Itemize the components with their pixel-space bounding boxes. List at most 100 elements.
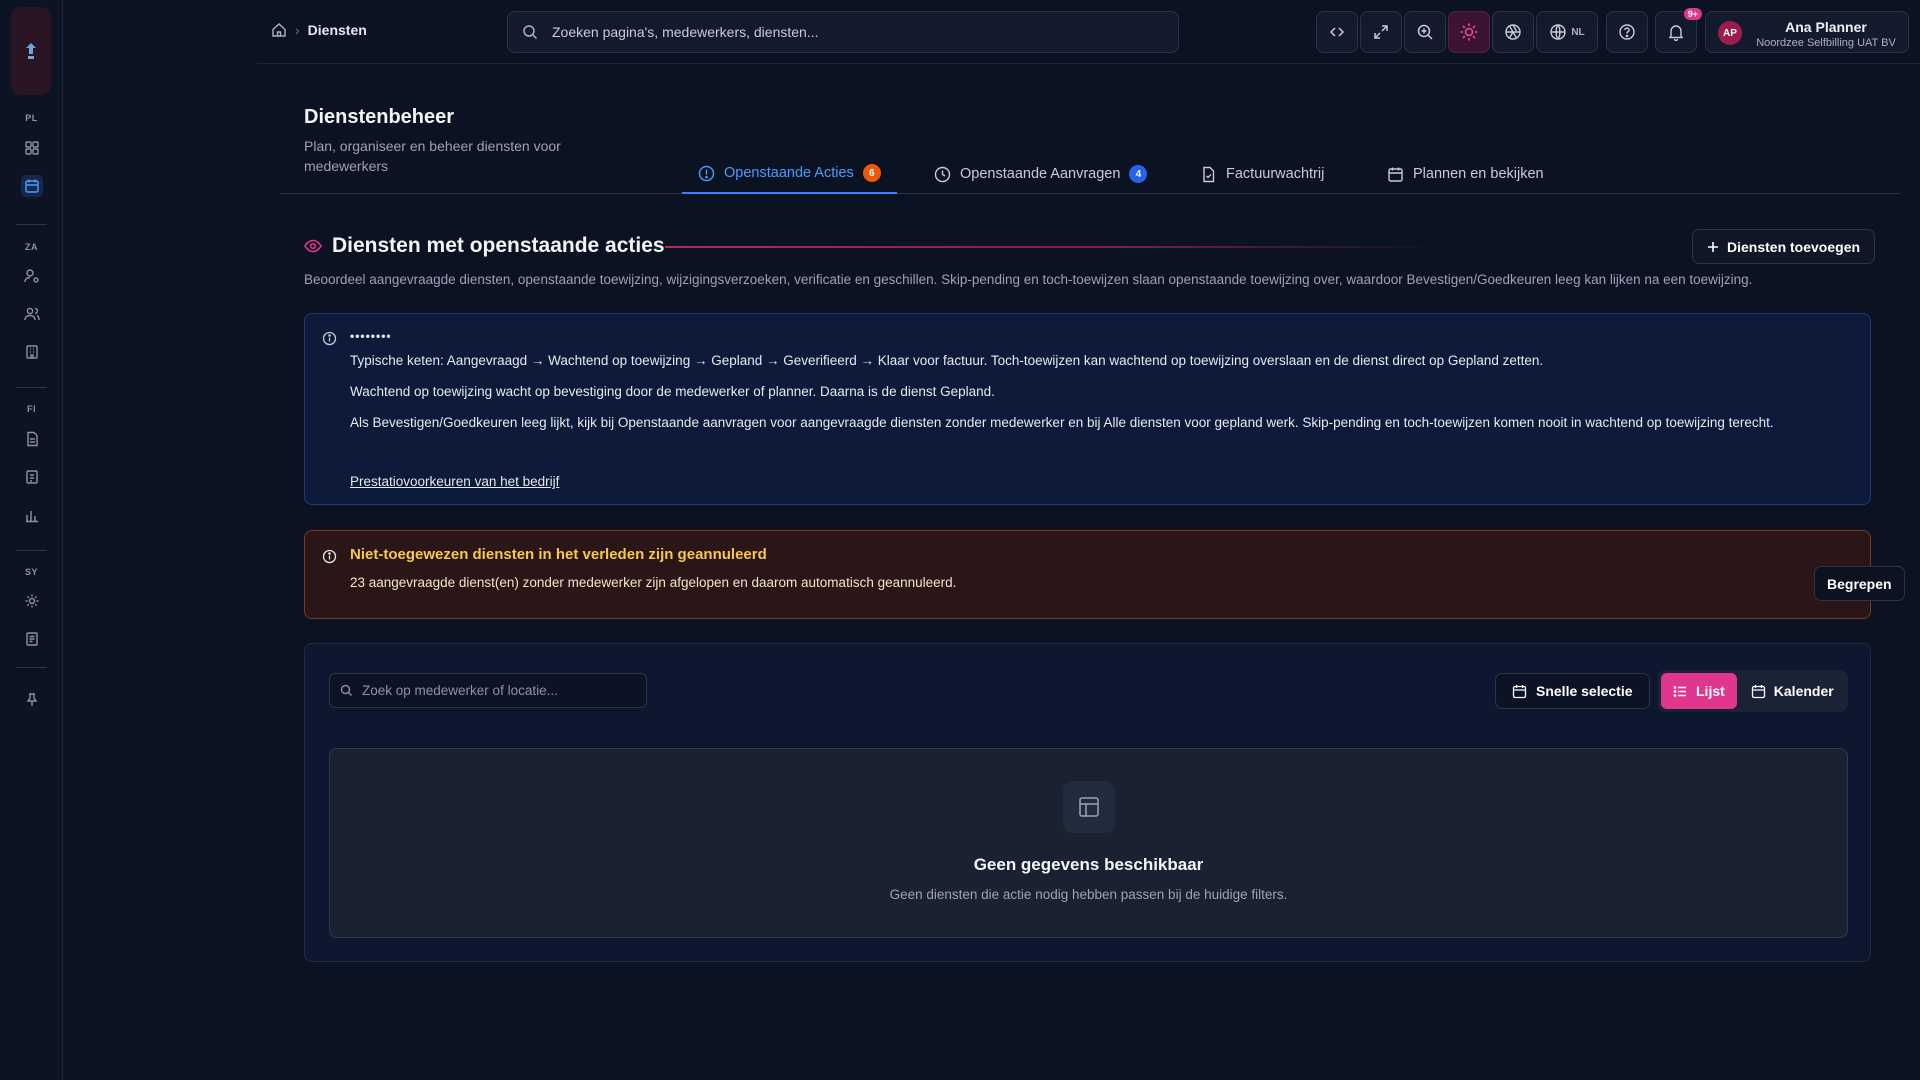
info-title: •••••••• xyxy=(350,329,392,343)
calendar-view-label: Kalender xyxy=(1773,683,1834,699)
tab-plannen-en-bekijken[interactable]: Plannen en bekijken xyxy=(1371,154,1560,194)
tab-openstaande-acties[interactable]: Openstaande Acties 6 xyxy=(682,154,897,194)
bell-icon xyxy=(1667,23,1685,41)
add-services-button[interactable]: Diensten toevoegen xyxy=(1692,229,1876,264)
info-paragraph: Typische keten: Aangevraagd → Wachtend o… xyxy=(350,353,1544,368)
global-search[interactable] xyxy=(507,11,1179,53)
list-search[interactable] xyxy=(329,673,647,708)
section-divider xyxy=(665,246,1445,248)
breadcrumb-current: Diensten xyxy=(307,22,367,38)
section-description: Beoordeel aangevraagde diensten, opensta… xyxy=(304,272,1753,287)
list-icon xyxy=(1673,684,1688,699)
tab-count-badge: 4 xyxy=(1129,165,1148,183)
page-title: Dienstenbeheer xyxy=(304,106,455,128)
info-icon xyxy=(322,549,337,564)
rail-divider xyxy=(16,224,47,225)
rail-divider xyxy=(16,667,47,668)
acknowledge-button[interactable]: Begrepen xyxy=(1814,566,1905,601)
tab-openstaande-aanvragen[interactable]: Openstaande Aanvragen 4 xyxy=(918,154,1163,194)
section-heading: Diensten met openstaande acties xyxy=(304,234,665,258)
globe-icon xyxy=(1549,23,1567,41)
notification-count-badge: 9+ xyxy=(1683,8,1702,20)
table-icon xyxy=(1063,781,1115,833)
section-title: Diensten met openstaande acties xyxy=(332,234,665,257)
warning-title: Niet-toegewezen diensten in het verleden… xyxy=(350,546,767,563)
rail-section-pl: PL xyxy=(25,113,38,123)
secondary-panel xyxy=(63,0,257,1080)
info-icon xyxy=(322,331,337,346)
list-view-label: Lijst xyxy=(1696,683,1725,699)
search-icon xyxy=(522,24,538,40)
code-collapse-icon xyxy=(1328,23,1346,41)
company-preferences-link[interactable]: Prestatiovoorkeuren van het bedrijf xyxy=(350,474,559,489)
eye-icon xyxy=(304,239,322,253)
user-organization: Noordzee Selfbilling UAT BV xyxy=(1756,37,1896,49)
calendar-view-button[interactable]: Kalender xyxy=(1739,673,1846,709)
tab-bar: Openstaande Acties 6 Openstaande Aanvrag… xyxy=(280,154,1900,194)
empty-state-subtitle: Geen diensten die actie nodig hebben pas… xyxy=(889,887,1288,902)
plus-icon xyxy=(1707,241,1719,253)
rail-section-fi: FI xyxy=(27,404,36,414)
view-toggle: Lijst Kalender xyxy=(1658,670,1848,712)
fullscreen-button[interactable] xyxy=(1360,11,1402,53)
breadcrumb: › Diensten xyxy=(271,22,367,38)
help-button[interactable] xyxy=(1606,11,1648,53)
users-icon[interactable] xyxy=(21,303,43,325)
list-view-button[interactable]: Lijst xyxy=(1661,673,1737,709)
search-icon xyxy=(340,684,353,697)
aperture-button[interactable] xyxy=(1492,11,1534,53)
calendar-icon xyxy=(1751,684,1766,699)
rail-divider xyxy=(16,550,47,551)
left-rail: PL ZA FI SY xyxy=(0,0,63,1080)
dashboard-icon[interactable] xyxy=(21,137,43,159)
expand-icon xyxy=(1372,23,1390,41)
user-settings-icon[interactable] xyxy=(21,265,43,287)
language-button[interactable]: NL xyxy=(1536,11,1598,53)
alert-circle-icon xyxy=(698,165,715,182)
top-header: › Diensten NL xyxy=(257,0,1920,64)
services-list-card: Snelle selectie Lijst Kalender Geen gege… xyxy=(304,643,1871,962)
home-icon[interactable] xyxy=(271,22,287,38)
rail-section-za: ZA xyxy=(25,242,38,252)
chart-icon[interactable] xyxy=(21,504,43,526)
rail-divider xyxy=(16,387,47,388)
user-menu[interactable]: AP Ana Planner Noordzee Selfbilling UAT … xyxy=(1705,11,1909,53)
notifications-button[interactable]: 9+ xyxy=(1655,8,1702,53)
info-callout: •••••••• Typische keten: Aangevraagd → W… xyxy=(304,313,1871,505)
chevron-right-icon: › xyxy=(295,22,300,38)
zoom-button[interactable] xyxy=(1404,11,1446,53)
invoice-icon[interactable] xyxy=(21,466,43,488)
help-icon xyxy=(1618,23,1636,41)
quick-select-button[interactable]: Snelle selectie xyxy=(1495,673,1650,709)
collapse-button[interactable] xyxy=(1316,11,1358,53)
building-icon[interactable] xyxy=(21,341,43,363)
calendar-icon xyxy=(1387,166,1404,183)
logo-icon xyxy=(26,43,36,59)
calendar-icon xyxy=(1512,684,1527,699)
tab-label: Openstaande Aanvragen xyxy=(960,166,1121,182)
pin-icon[interactable] xyxy=(21,689,43,711)
log-icon[interactable] xyxy=(21,628,43,650)
warning-callout: Niet-toegewezen diensten in het verleden… xyxy=(304,530,1905,619)
info-paragraph: Als Bevestigen/Goedkeuren leeg lijkt, ki… xyxy=(350,415,1774,430)
tab-label: Openstaande Acties xyxy=(724,165,854,181)
user-name: Ana Planner xyxy=(1785,19,1867,35)
warning-text: 23 aangevraagde dienst(en) zonder medewe… xyxy=(350,575,957,590)
aperture-icon xyxy=(1504,23,1522,41)
gear-icon[interactable] xyxy=(21,590,43,612)
clock-icon xyxy=(934,166,951,183)
add-services-label: Diensten toevoegen xyxy=(1727,238,1861,255)
calendar-nav-icon[interactable] xyxy=(21,175,43,197)
tab-label: Plannen en bekijken xyxy=(1413,166,1544,182)
tab-count-badge: 6 xyxy=(862,164,881,182)
tab-factuurwachtrij[interactable]: Factuurwachtrij xyxy=(1184,154,1340,194)
file-check-icon xyxy=(1200,166,1217,183)
document-icon[interactable] xyxy=(21,428,43,450)
global-search-input[interactable] xyxy=(552,24,1152,40)
list-search-input[interactable] xyxy=(362,683,642,698)
avatar: AP xyxy=(1718,21,1742,45)
theme-toggle-button[interactable] xyxy=(1448,11,1490,53)
tab-label: Factuurwachtrij xyxy=(1226,166,1325,182)
app-logo[interactable] xyxy=(11,7,51,95)
rail-section-sy: SY xyxy=(24,567,38,577)
